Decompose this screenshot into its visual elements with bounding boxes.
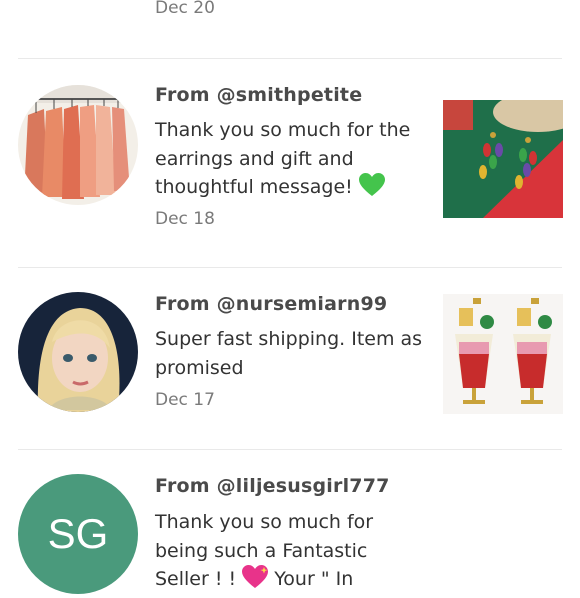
review-message: Thank you so much for being such a Fanta… <box>155 508 425 598</box>
review-from[interactable]: From @liljesusgirl777 <box>155 475 390 497</box>
product-thumbnail[interactable] <box>443 294 563 414</box>
product-thumbnail[interactable] <box>443 100 563 218</box>
avatar-initials: SG <box>47 510 109 557</box>
review-date: Dec 20 <box>155 0 215 18</box>
review-date: Dec 17 <box>155 390 215 410</box>
review-message-tail: Your " In <box>274 568 354 590</box>
avatar[interactable] <box>18 292 138 412</box>
review-message: Super fast shipping. Item as promised <box>155 328 423 379</box>
review-from[interactable]: From @smithpetite <box>155 84 362 106</box>
divider <box>18 449 562 450</box>
green-heart-icon <box>358 173 385 206</box>
review-from[interactable]: From @nursemiarn99 <box>155 293 387 315</box>
review-message: Thank you so much for the earrings and g… <box>155 116 425 206</box>
divider <box>18 58 562 59</box>
sparkling-heart-icon <box>242 565 269 598</box>
review-date: Dec 18 <box>155 209 215 229</box>
avatar[interactable]: SG <box>18 474 138 594</box>
avatar[interactable] <box>18 85 138 205</box>
divider <box>18 267 562 268</box>
